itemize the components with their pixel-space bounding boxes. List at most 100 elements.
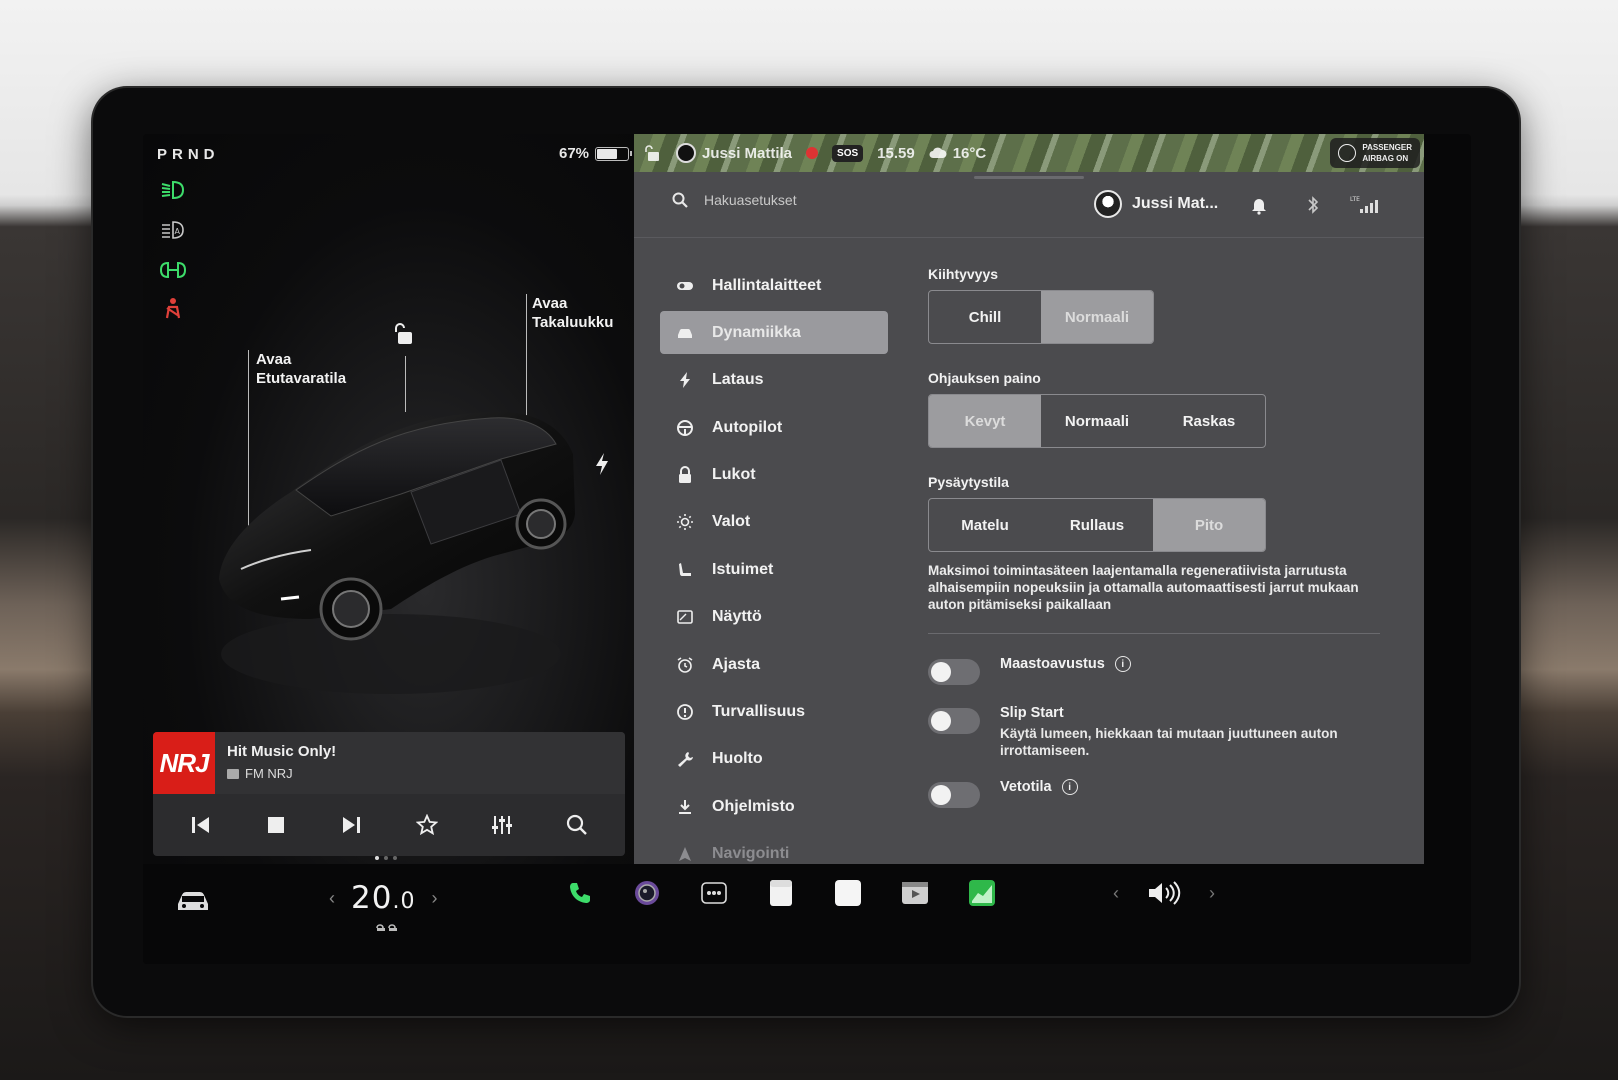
toggle-label: Vetotila — [1000, 779, 1052, 795]
stop-button[interactable] — [262, 811, 290, 839]
battery-status: 67% — [559, 145, 633, 162]
equalizer-button[interactable] — [488, 811, 516, 839]
menu-item-dynamiikka[interactable]: Dynamiikka — [660, 311, 888, 355]
steering-selector: Kevyt Normaali Raskas — [928, 394, 1266, 448]
theater-app-button[interactable] — [900, 878, 930, 908]
seat-heater-icon[interactable] — [375, 920, 401, 932]
menu-item-turvallisuus[interactable]: Turvallisuus — [660, 691, 888, 734]
temp-down-button[interactable]: ‹ — [329, 888, 335, 909]
temp-up-button[interactable]: › — [431, 888, 437, 909]
favorite-button[interactable] — [413, 811, 441, 839]
volume-down-button[interactable]: ‹ — [1113, 883, 1119, 904]
bluetooth-icon[interactable] — [1302, 194, 1324, 216]
lte-signal-icon: LTE — [1350, 196, 1378, 213]
avatar — [676, 143, 696, 163]
theater-icon — [902, 882, 928, 904]
notes-app-button[interactable] — [833, 878, 863, 908]
status-bar: Jussi Mattila SOS 15.59 16°C PASSENGER A… — [634, 134, 1424, 172]
driver-profile[interactable]: Jussi Mattila — [676, 143, 792, 163]
toggle-switch[interactable] — [928, 708, 980, 734]
steering-option-normaali[interactable]: Normaali — [1041, 395, 1153, 447]
volume-up-button[interactable]: › — [1209, 883, 1215, 904]
next-track-button[interactable] — [337, 811, 365, 839]
toggle-row-maastoavustus: Maastoavustus i — [928, 656, 1388, 685]
settings-search[interactable]: Hakuasetukset — [672, 192, 797, 208]
bottom-bar: ‹ 20.0 › ‹ › — [143, 864, 1471, 964]
battery-icon — [595, 146, 633, 161]
toggle-label: Maastoavustus — [1000, 656, 1105, 672]
calendar-app-button[interactable] — [766, 878, 796, 908]
battery-percent: 67% — [559, 145, 590, 162]
stop-mode-option-matelu[interactable]: Matelu — [929, 499, 1041, 551]
menu-item-label: Lataus — [712, 371, 764, 389]
menu-item-lukot[interactable]: Lukot — [660, 454, 888, 497]
outside-temperature: 16°C — [929, 145, 986, 162]
menu-item-label: Turvallisuus — [712, 703, 806, 721]
stop-mode-option-pito[interactable]: Pito — [1153, 499, 1265, 551]
seat-icon — [676, 561, 694, 579]
energy-app-button[interactable] — [967, 878, 997, 908]
toggle-icon — [676, 277, 694, 295]
camera-app-button[interactable] — [632, 878, 662, 908]
unlocked-icon — [645, 145, 659, 161]
low-beam-icon — [161, 180, 185, 200]
menu-item-näyttö[interactable]: Näyttö — [660, 596, 888, 639]
more-apps-button[interactable] — [699, 878, 729, 908]
menu-item-lataus[interactable]: Lataus — [660, 359, 888, 402]
download-icon — [676, 798, 694, 816]
acceleration-selector: Chill Normaali — [928, 290, 1154, 344]
profile-button[interactable]: Jussi Mat... — [1094, 190, 1218, 218]
lock-icon — [676, 466, 694, 484]
bolt-icon — [676, 371, 694, 389]
passenger-airbag-status: PASSENGER AIRBAG ON — [1330, 138, 1420, 168]
toggle-row-slip-start: Slip Start Käytä lumeen, hiekkaan tai mut… — [928, 705, 1388, 759]
previous-track-button[interactable] — [187, 811, 215, 839]
menu-item-ajasta[interactable]: Ajasta — [660, 643, 888, 686]
steering-option-kevyt[interactable]: Kevyt — [929, 395, 1041, 447]
acceleration-option-chill[interactable]: Chill — [929, 291, 1041, 343]
media-search-button[interactable] — [563, 811, 591, 839]
menu-item-huolto[interactable]: Huolto — [660, 738, 888, 781]
menu-item-valot[interactable]: Valot — [660, 501, 888, 544]
page-dots — [375, 856, 397, 860]
bell-icon[interactable] — [1248, 194, 1270, 216]
wrench-icon — [676, 750, 694, 768]
song-title: Hit Music Only! — [227, 743, 337, 760]
menu-item-hallintalaitteet[interactable]: Hallintalaitteet — [660, 264, 888, 307]
cabin-temperature[interactable]: 20.0 — [351, 880, 415, 916]
menu-item-label: Valot — [712, 513, 751, 531]
settings-header: Hakuasetukset Jussi Mat... LTE — [634, 182, 1424, 238]
toggle-switch[interactable] — [928, 659, 980, 685]
navigation-icon — [676, 845, 694, 863]
acceleration-option-normaali[interactable]: Normaali — [1041, 291, 1153, 343]
station-name: FM NRJ — [227, 766, 293, 781]
stop-mode-description: Maksimoi toimintasäteen laajentamalla re… — [928, 563, 1359, 612]
stop-mode-option-rullaus[interactable]: Rullaus — [1041, 499, 1153, 551]
next-icon — [343, 817, 361, 833]
info-icon[interactable]: i — [1061, 779, 1078, 795]
charge-port-icon[interactable] — [593, 452, 611, 476]
airbag-icon — [1338, 144, 1357, 162]
display-icon — [676, 608, 694, 626]
panel-drag-handle[interactable] — [974, 176, 1084, 179]
dashcam-record-icon[interactable] — [806, 147, 819, 159]
phone-app-button[interactable] — [565, 878, 595, 908]
unlock-icon[interactable] — [393, 322, 415, 346]
steering-option-raskas[interactable]: Raskas — [1153, 395, 1265, 447]
volume-icon[interactable] — [1147, 880, 1181, 906]
sos-badge[interactable]: SOS — [832, 144, 864, 162]
profile-name: Jussi Mat... — [1132, 195, 1219, 212]
info-icon[interactable]: i — [1114, 656, 1131, 672]
toggle-switch[interactable] — [928, 782, 980, 808]
menu-item-autopilot[interactable]: Autopilot — [660, 406, 888, 449]
touchscreen: PRND 67% A Avaa Etutavaratila Avaa Takal… — [143, 134, 1471, 964]
open-frunk-label[interactable]: Avaa Etutavaratila — [256, 350, 346, 388]
menu-item-label: Näyttö — [712, 608, 762, 626]
open-trunk-label[interactable]: Avaa Takaluukku — [532, 294, 613, 332]
stop-icon — [267, 817, 284, 833]
menu-item-istuimet[interactable]: Istuimet — [660, 548, 888, 591]
search-input[interactable]: Hakuasetukset — [704, 192, 797, 208]
menu-item-label: Huolto — [712, 750, 763, 768]
menu-item-ohjelmisto[interactable]: Ohjelmisto — [660, 785, 888, 828]
car-controls-icon[interactable] — [173, 886, 213, 916]
